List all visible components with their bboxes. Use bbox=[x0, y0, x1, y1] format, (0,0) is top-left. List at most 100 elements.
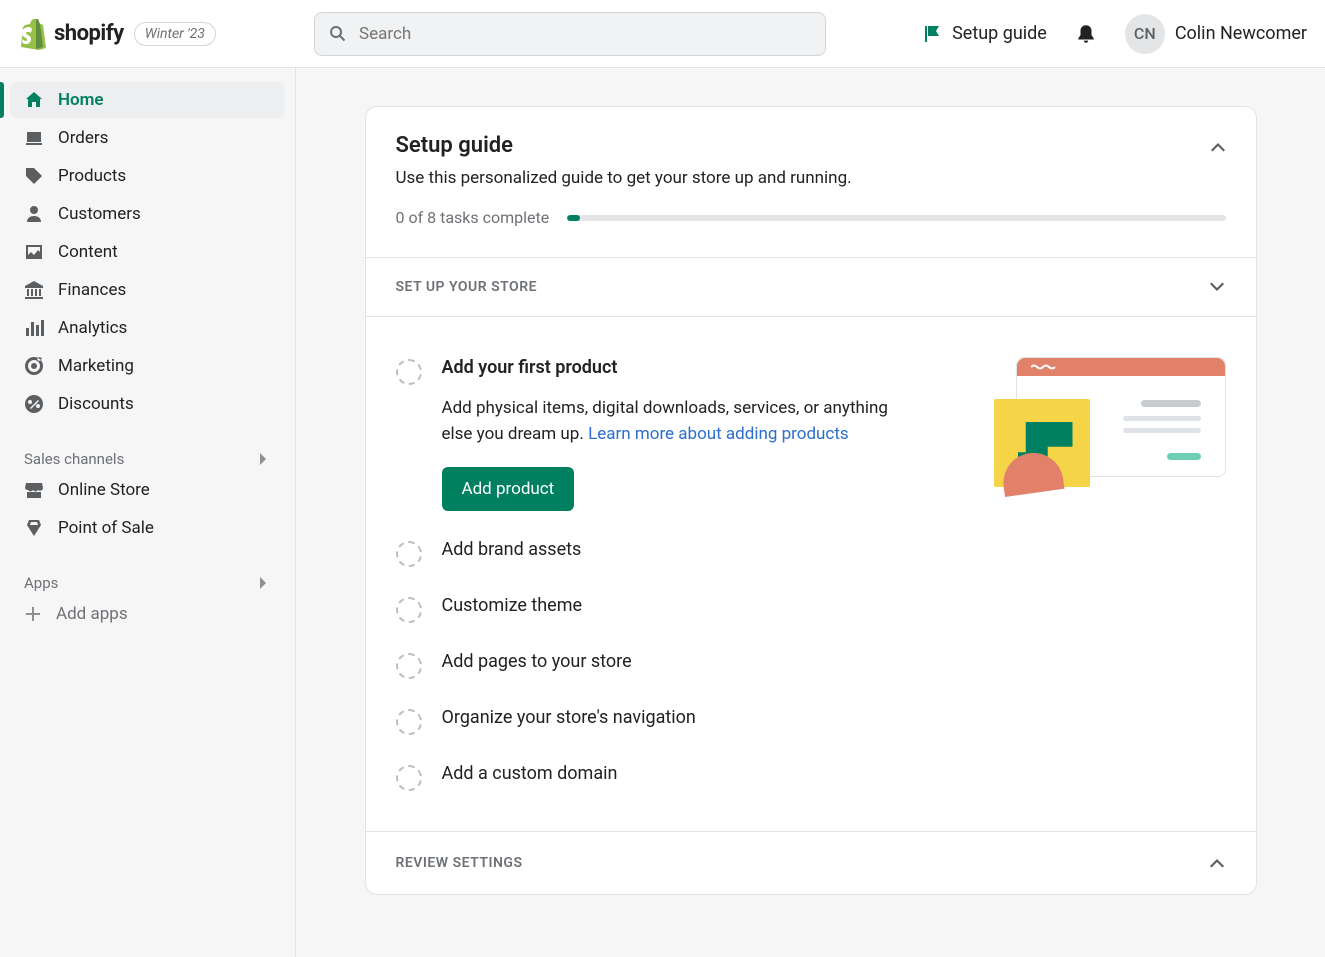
sidebar-item-label: Discounts bbox=[58, 394, 134, 414]
sidebar-item-label: Point of Sale bbox=[58, 518, 154, 538]
task-title: Add pages to your store bbox=[442, 651, 632, 672]
sidebar-item-label: Products bbox=[58, 166, 126, 186]
sidebar-item-label: Analytics bbox=[58, 318, 127, 338]
task-checkbox[interactable] bbox=[396, 541, 422, 567]
bank-icon bbox=[24, 280, 44, 300]
chevron-right-icon bbox=[255, 575, 271, 591]
sidebar-item-label: Marketing bbox=[58, 356, 134, 376]
progress-text: 0 of 8 tasks complete bbox=[396, 208, 550, 227]
sidebar-item-customers[interactable]: Customers bbox=[10, 196, 285, 232]
search-input[interactable] bbox=[314, 12, 826, 56]
sidebar-item-label: Customers bbox=[58, 204, 141, 224]
setup-guide-card: Setup guide Use this personalized guide … bbox=[365, 106, 1257, 895]
store-icon bbox=[24, 480, 44, 500]
user-menu[interactable]: CN Colin Newcomer bbox=[1125, 14, 1307, 54]
search-icon bbox=[328, 24, 348, 44]
learn-more-link[interactable]: Learn more about adding products bbox=[588, 424, 849, 444]
sidebar-item-label: Orders bbox=[58, 128, 108, 148]
shopify-bag-icon bbox=[18, 18, 46, 50]
sidebar-item-online-store[interactable]: Online Store bbox=[10, 472, 285, 508]
home-icon bbox=[24, 90, 44, 110]
progress-fill bbox=[567, 215, 580, 221]
task-title: Add your first product bbox=[442, 357, 966, 378]
task-add-brand-assets[interactable]: Add brand assets bbox=[396, 525, 1226, 581]
image-icon bbox=[24, 242, 44, 262]
bell-icon[interactable] bbox=[1075, 23, 1097, 45]
card-title: Setup guide bbox=[396, 133, 1226, 158]
sidebar-item-label: Content bbox=[58, 242, 118, 262]
task-customize-theme[interactable]: Customize theme bbox=[396, 581, 1226, 637]
task-custom-domain[interactable]: Add a custom domain bbox=[396, 749, 1226, 805]
task-checkbox[interactable] bbox=[396, 709, 422, 735]
progress-row: 0 of 8 tasks complete bbox=[396, 208, 1226, 227]
shopify-logo[interactable]: shopify bbox=[18, 18, 124, 50]
sidebar-section-apps[interactable]: Apps bbox=[10, 564, 285, 596]
sidebar-item-finances[interactable]: Finances bbox=[10, 272, 285, 308]
sidebar-item-analytics[interactable]: Analytics bbox=[10, 310, 285, 346]
top-bar: shopify Winter '23 Setup guide CN Colin … bbox=[0, 0, 1325, 68]
card-subtitle: Use this personalized guide to get your … bbox=[396, 168, 1226, 188]
section-label: SET UP YOUR STORE bbox=[396, 279, 538, 295]
sidebar-item-label: Add apps bbox=[56, 604, 128, 624]
brand-name: shopify bbox=[54, 21, 124, 46]
task-illustration bbox=[1006, 357, 1226, 487]
sidebar-item-add-apps[interactable]: Add apps bbox=[10, 596, 285, 632]
person-icon bbox=[24, 204, 44, 224]
task-list: Add your first product Add physical item… bbox=[366, 316, 1256, 831]
sidebar-item-home[interactable]: Home bbox=[10, 82, 285, 118]
task-checkbox[interactable] bbox=[396, 653, 422, 679]
task-description: Add physical items, digital downloads, s… bbox=[442, 396, 912, 447]
sidebar-item-pos[interactable]: Point of Sale bbox=[10, 510, 285, 546]
sidebar-item-label: Home bbox=[58, 90, 104, 110]
setup-guide-label: Setup guide bbox=[952, 23, 1047, 44]
task-add-pages[interactable]: Add pages to your store bbox=[396, 637, 1226, 693]
task-title: Organize your store's navigation bbox=[442, 707, 696, 728]
task-checkbox[interactable] bbox=[396, 597, 422, 623]
avatar: CN bbox=[1125, 14, 1165, 54]
plus-icon bbox=[24, 605, 42, 623]
card-header: Setup guide Use this personalized guide … bbox=[366, 107, 1256, 257]
sidebar: Home Orders Products Customers Content F… bbox=[0, 68, 296, 957]
task-title: Customize theme bbox=[442, 595, 583, 616]
section-header-label: Sales channels bbox=[24, 450, 124, 468]
progress-bar bbox=[567, 215, 1225, 221]
section-setup-store[interactable]: SET UP YOUR STORE bbox=[366, 257, 1256, 316]
sidebar-item-label: Finances bbox=[58, 280, 126, 300]
sidebar-item-orders[interactable]: Orders bbox=[10, 120, 285, 156]
chevron-right-icon bbox=[255, 451, 271, 467]
topbar-right: Setup guide CN Colin Newcomer bbox=[922, 14, 1307, 54]
chevron-up-icon bbox=[1209, 138, 1227, 156]
sidebar-item-content[interactable]: Content bbox=[10, 234, 285, 270]
tag-icon bbox=[24, 166, 44, 186]
collapse-card-button[interactable] bbox=[1204, 133, 1232, 161]
sidebar-item-discounts[interactable]: Discounts bbox=[10, 386, 285, 422]
sidebar-item-products[interactable]: Products bbox=[10, 158, 285, 194]
sidebar-section-channels[interactable]: Sales channels bbox=[10, 440, 285, 472]
section-review-settings[interactable]: REVIEW SETTINGS bbox=[366, 831, 1256, 894]
setup-guide-link[interactable]: Setup guide bbox=[922, 23, 1047, 44]
inbox-icon bbox=[24, 128, 44, 148]
main-content: Setup guide Use this personalized guide … bbox=[296, 68, 1325, 957]
task-add-first-product[interactable]: Add your first product Add physical item… bbox=[396, 343, 1226, 525]
section-label: REVIEW SETTINGS bbox=[396, 855, 523, 871]
sidebar-item-label: Online Store bbox=[58, 480, 150, 500]
add-product-button[interactable]: Add product bbox=[442, 467, 575, 511]
chevron-down-icon bbox=[1208, 278, 1226, 296]
section-header-label: Apps bbox=[24, 574, 58, 592]
task-checkbox[interactable] bbox=[396, 359, 422, 385]
task-title: Add brand assets bbox=[442, 539, 582, 560]
pos-icon bbox=[24, 518, 44, 538]
search-container bbox=[314, 12, 826, 56]
target-icon bbox=[24, 356, 44, 376]
flag-icon bbox=[922, 24, 942, 44]
version-badge: Winter '23 bbox=[134, 22, 216, 46]
task-checkbox[interactable] bbox=[396, 765, 422, 791]
task-organize-navigation[interactable]: Organize your store's navigation bbox=[396, 693, 1226, 749]
task-title: Add a custom domain bbox=[442, 763, 618, 784]
user-name: Colin Newcomer bbox=[1175, 23, 1307, 44]
percent-icon bbox=[24, 394, 44, 414]
sidebar-item-marketing[interactable]: Marketing bbox=[10, 348, 285, 384]
logo-area: shopify Winter '23 bbox=[18, 18, 298, 50]
chevron-up-icon bbox=[1208, 854, 1226, 872]
bars-icon bbox=[24, 318, 44, 338]
